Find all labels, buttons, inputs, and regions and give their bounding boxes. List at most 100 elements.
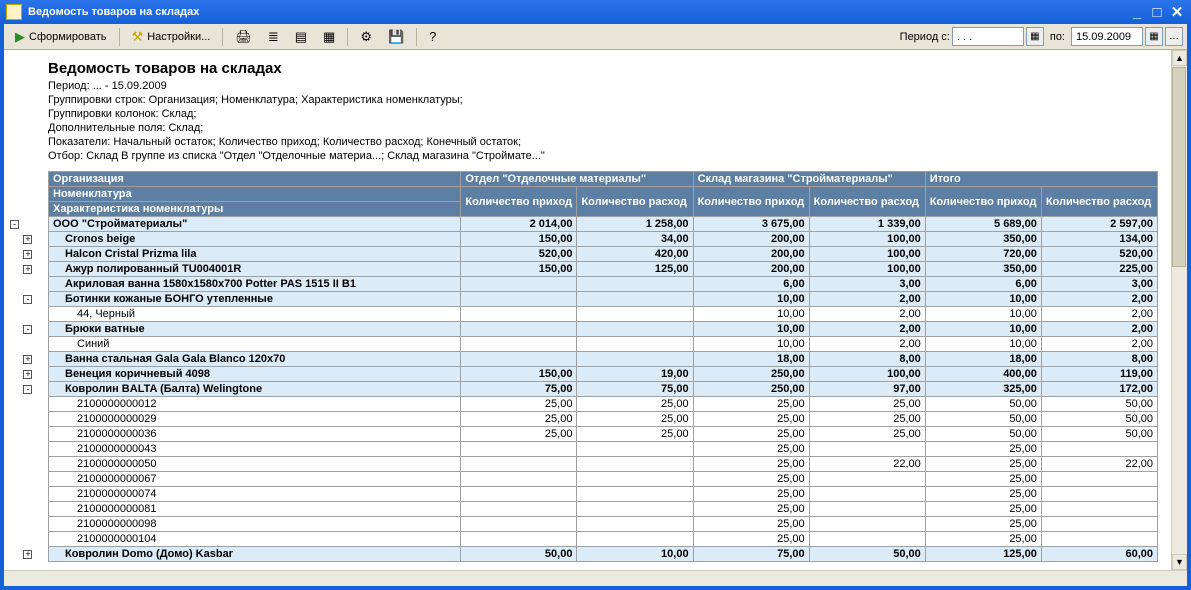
- report-group-cols: Группировки колонок: Склад;: [48, 107, 1177, 121]
- report-metrics: Показатели: Начальный остаток; Количеств…: [48, 135, 1177, 149]
- expand-icon[interactable]: +: [23, 370, 32, 379]
- cell-value: 100,00: [809, 367, 925, 382]
- cell-value: 22,00: [809, 457, 925, 472]
- cell-value: 150,00: [461, 232, 577, 247]
- table-row[interactable]: 210000000008125,0025,00: [49, 502, 1158, 517]
- report-viewport[interactable]: Ведомость товаров на складах Период: ...…: [4, 50, 1187, 586]
- report-group-rows: Группировки строк: Организация; Номенкла…: [48, 93, 1177, 107]
- horizontal-scrollbar[interactable]: [4, 570, 1187, 586]
- toolbar-icon-2[interactable]: ≣: [261, 26, 286, 47]
- table-row[interactable]: Ванна стальная Gala Gala Blanco 120x70 18…: [49, 352, 1158, 367]
- period-ellipsis-button[interactable]: …: [1165, 27, 1183, 46]
- row-name: 2100000000098: [49, 517, 461, 532]
- collapse-icon[interactable]: -: [23, 295, 32, 304]
- collapse-icon[interactable]: -: [10, 220, 19, 229]
- table-row[interactable]: Синий10,002,0010,002,00: [49, 337, 1158, 352]
- table-row[interactable]: Ботинки кожаные БОНГО утепленные10,002,0…: [49, 292, 1158, 307]
- cell-value: 50,00: [1041, 397, 1157, 412]
- toolbar-icon-4[interactable]: ▦: [316, 26, 342, 47]
- help-button[interactable]: ?: [422, 26, 443, 47]
- cell-value: 75,00: [693, 547, 809, 562]
- cell-value: 10,00: [925, 322, 1041, 337]
- scroll-thumb[interactable]: [1172, 67, 1186, 267]
- table-row[interactable]: Ковролин BALTA (Балта) Welingtone75,0075…: [49, 382, 1158, 397]
- table-row[interactable]: Венеция коричневый 4098150,0019,00250,00…: [49, 367, 1158, 382]
- period-from-input[interactable]: . . .: [952, 27, 1024, 46]
- expand-icon[interactable]: +: [23, 355, 32, 364]
- table-row[interactable]: Ковролин Domo (Домо) Kasbar50,0010,0075,…: [49, 547, 1158, 562]
- table-row[interactable]: 210000000009825,0025,00: [49, 517, 1158, 532]
- report-filter: Отбор: Склад В группе из списка "Отдел "…: [48, 149, 1177, 163]
- table-row[interactable]: 210000000003625,0025,0025,0025,0050,0050…: [49, 427, 1158, 442]
- cell-value: 125,00: [577, 262, 693, 277]
- cell-value: 134,00: [1041, 232, 1157, 247]
- cell-value: [577, 337, 693, 352]
- toolbar-icon-1[interactable]: 🖨: [228, 26, 259, 47]
- table-row[interactable]: 210000000002925,0025,0025,0025,0050,0050…: [49, 412, 1158, 427]
- collapse-icon[interactable]: -: [23, 385, 32, 394]
- cell-value: 50,00: [809, 547, 925, 562]
- scroll-down-button[interactable]: ▼: [1172, 554, 1187, 570]
- cell-value: [809, 517, 925, 532]
- row-name: 2100000000036: [49, 427, 461, 442]
- table-row[interactable]: Ажур полированный TU004001R150,00125,002…: [49, 262, 1158, 277]
- generate-button[interactable]: ▶Сформировать: [8, 26, 114, 47]
- cell-value: 10,00: [577, 547, 693, 562]
- table-row[interactable]: 44, Черный10,002,0010,002,00: [49, 307, 1158, 322]
- cell-value: 25,00: [693, 472, 809, 487]
- maximize-button[interactable]: □: [1147, 2, 1167, 22]
- window-titlebar: Ведомость товаров на складах _ □ ✕: [0, 0, 1191, 24]
- cell-value: [461, 532, 577, 547]
- period-to-calendar-button[interactable]: ▦: [1145, 27, 1163, 46]
- cell-value: 50,00: [925, 412, 1041, 427]
- table-row[interactable]: 210000000010425,0025,00: [49, 532, 1158, 547]
- cell-value: [809, 532, 925, 547]
- cell-value: 18,00: [693, 352, 809, 367]
- table-row[interactable]: 210000000004325,0025,00: [49, 442, 1158, 457]
- cell-value: 25,00: [809, 412, 925, 427]
- cell-value: 2,00: [1041, 292, 1157, 307]
- scroll-up-button[interactable]: ▲: [1172, 50, 1187, 66]
- table-row[interactable]: 210000000007425,0025,00: [49, 487, 1158, 502]
- cell-value: [577, 352, 693, 367]
- cell-value: 325,00: [925, 382, 1041, 397]
- cell-value: [1041, 442, 1157, 457]
- table-row[interactable]: Cronos beige150,0034,00200,00100,00350,0…: [49, 232, 1158, 247]
- period-from-calendar-button[interactable]: ▦: [1026, 27, 1044, 46]
- cell-value: 5 689,00: [925, 217, 1041, 232]
- cell-value: 25,00: [693, 532, 809, 547]
- collapse-icon[interactable]: -: [23, 325, 32, 334]
- cell-value: 25,00: [693, 487, 809, 502]
- vertical-scrollbar[interactable]: ▲ ▼: [1171, 50, 1187, 570]
- expand-icon[interactable]: +: [23, 550, 32, 559]
- table-row[interactable]: 210000000001225,0025,0025,0025,0050,0050…: [49, 397, 1158, 412]
- table-row[interactable]: Halcon Cristal Prizma lila520,00420,0020…: [49, 247, 1158, 262]
- row-name: Акриловая ванна 1580x1580x700 Potter PAS…: [49, 277, 461, 292]
- expand-icon[interactable]: +: [23, 265, 32, 274]
- minimize-button[interactable]: _: [1127, 2, 1147, 22]
- settings-button[interactable]: ⚒Настройки...: [125, 26, 218, 47]
- table-row[interactable]: Брюки ватные10,002,0010,002,00: [49, 322, 1158, 337]
- cell-value: [461, 442, 577, 457]
- toolbar-icon-6[interactable]: 💾: [381, 26, 411, 47]
- expand-icon[interactable]: +: [23, 235, 32, 244]
- table-row[interactable]: Акриловая ванна 1580x1580x700 Potter PAS…: [49, 277, 1158, 292]
- row-name: Ванна стальная Gala Gala Blanco 120x70: [49, 352, 461, 367]
- table-row[interactable]: 210000000005025,0022,0025,0022,00: [49, 457, 1158, 472]
- cell-value: 75,00: [577, 382, 693, 397]
- cell-value: 250,00: [693, 382, 809, 397]
- toolbar-icon-3[interactable]: ▤: [288, 26, 314, 47]
- cell-value: [1041, 487, 1157, 502]
- table-row[interactable]: 210000000006725,0025,00: [49, 472, 1158, 487]
- cell-value: [577, 277, 693, 292]
- cell-value: 250,00: [693, 367, 809, 382]
- table-row[interactable]: ООО "Стройматериалы"2 014,001 258,003 67…: [49, 217, 1158, 232]
- expand-icon[interactable]: +: [23, 250, 32, 259]
- close-button[interactable]: ✕: [1167, 2, 1187, 22]
- cell-value: 60,00: [1041, 547, 1157, 562]
- cell-value: [577, 502, 693, 517]
- toolbar-icon-5[interactable]: ⚙: [353, 26, 379, 47]
- cell-value: [461, 307, 577, 322]
- period-to-input[interactable]: 15.09.2009: [1071, 27, 1143, 46]
- row-name: Синий: [49, 337, 461, 352]
